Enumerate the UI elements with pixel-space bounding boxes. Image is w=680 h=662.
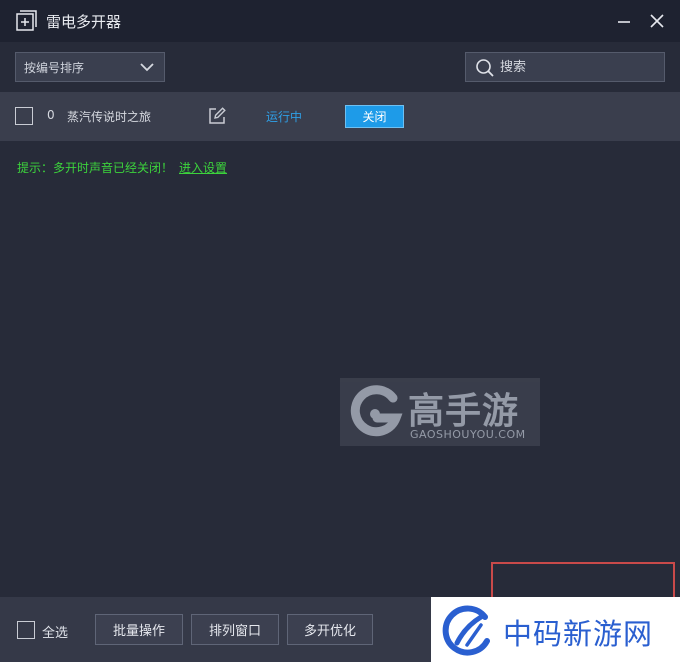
- settings-link[interactable]: 进入设置: [179, 159, 227, 176]
- close-icon[interactable]: [647, 11, 667, 31]
- search-box[interactable]: [465, 52, 665, 82]
- gaoshouyou-watermark: 高手游 GAOSHOUYOU.COM: [340, 378, 540, 446]
- toolbar: 按编号排序: [0, 42, 680, 92]
- zhongma-watermark: 中码新游网: [431, 597, 680, 662]
- select-all-checkbox[interactable]: [17, 621, 35, 639]
- window-title: 雷电多开器: [46, 13, 122, 31]
- row-checkbox[interactable]: [15, 107, 33, 125]
- multi-optimize-button[interactable]: 多开优化: [287, 614, 373, 645]
- batch-operation-button[interactable]: 批量操作: [95, 614, 183, 645]
- search-input[interactable]: [500, 55, 660, 79]
- sound-tip: 提示：多开时声音已经关闭！: [17, 161, 174, 175]
- zhongma-logo-icon: [441, 605, 493, 657]
- instance-index: 0: [47, 108, 55, 122]
- gaoshouyou-url: GAOSHOUYOU.COM: [410, 428, 526, 441]
- instance-status: 运行中: [266, 110, 303, 124]
- instance-name: 蒸汽传说时之旅: [67, 110, 152, 124]
- select-all-label: 全选: [42, 626, 69, 641]
- gaoshouyou-logo-icon: [347, 384, 403, 440]
- sort-dropdown[interactable]: 按编号排序: [15, 52, 165, 82]
- title-bar: 雷电多开器: [0, 0, 680, 42]
- minimize-icon[interactable]: [614, 11, 634, 31]
- instance-close-button[interactable]: 关闭: [345, 105, 404, 128]
- add-window-icon: [16, 10, 37, 31]
- arrange-windows-button[interactable]: 排列窗口: [191, 614, 279, 645]
- edit-icon[interactable]: [207, 106, 227, 126]
- chevron-down-icon: [139, 61, 155, 73]
- gaoshouyou-title: 高手游: [408, 391, 520, 432]
- sort-dropdown-label: 按编号排序: [24, 60, 85, 75]
- zhongma-text: 中码新游网: [503, 617, 654, 651]
- search-icon: [475, 58, 495, 78]
- table-row: 0 蒸汽传说时之旅 运行中 关闭: [0, 92, 680, 141]
- highlight-rectangle: [491, 562, 675, 602]
